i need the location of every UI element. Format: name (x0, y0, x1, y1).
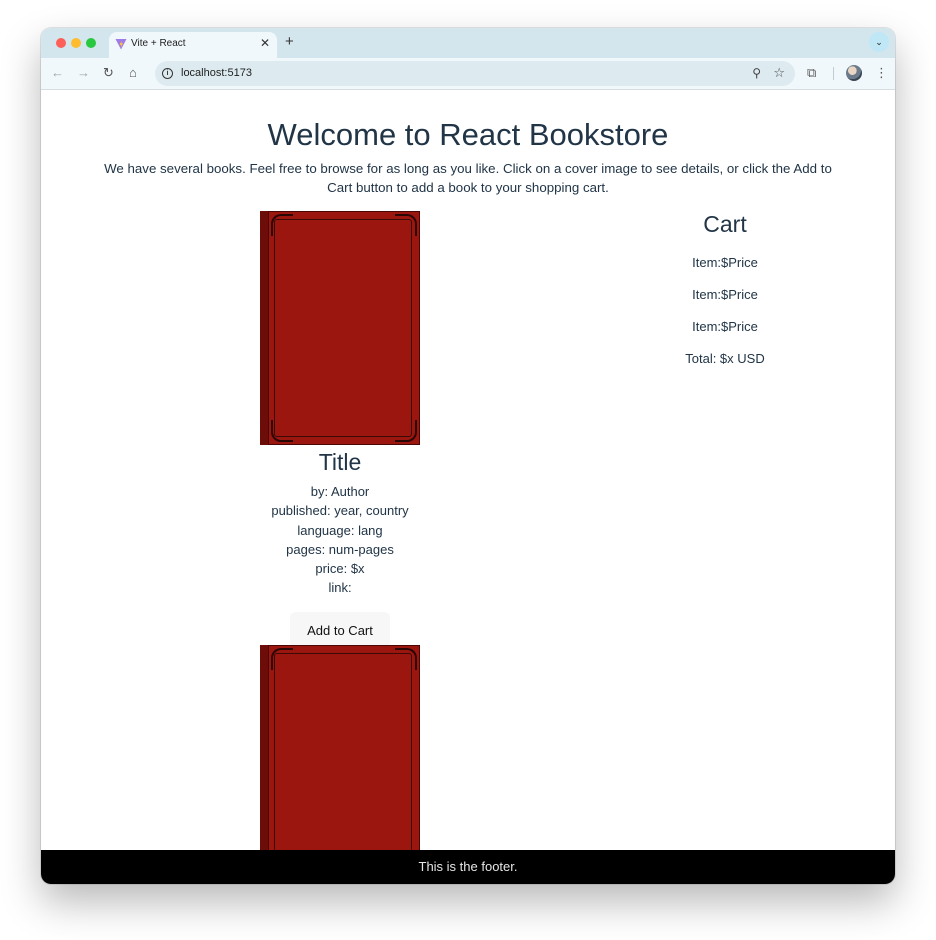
page-footer: This is the footer. (41, 850, 895, 884)
book-cover-image[interactable] (260, 211, 420, 445)
add-to-cart-button[interactable]: Add to Cart (290, 611, 390, 649)
info-icon[interactable]: i (162, 68, 173, 79)
menu-icon[interactable]: ⋮ (875, 65, 888, 81)
browser-window: Vite + React ✕ + ⌄ ← → ↻ ⌂ i localhost:5… (41, 28, 895, 884)
book-card: Title by: Author published: year, countr… (260, 211, 420, 649)
cart-item: Item:$Price (692, 319, 758, 334)
tab-strip: Vite + React ✕ + ⌄ (41, 28, 895, 58)
browser-toolbar: ← → ↻ ⌂ i localhost:5173 ⚲ ☆ ⧉ ⋮ (41, 58, 895, 90)
book-cover-image[interactable] (260, 645, 420, 879)
window-maximize-button[interactable] (86, 38, 96, 48)
toolbar-divider (833, 67, 834, 80)
window-minimize-button[interactable] (71, 38, 81, 48)
book-card (260, 645, 420, 879)
url-text[interactable]: localhost:5173 (181, 67, 252, 79)
forward-icon[interactable]: → (77, 65, 90, 81)
book-pages: pages: num-pages (286, 541, 394, 557)
profile-avatar[interactable] (846, 65, 862, 81)
book-published: published: year, country (271, 503, 409, 519)
page-content: Welcome to React Bookstore We have sever… (41, 91, 895, 884)
cover-ornament (271, 420, 293, 442)
page-title: Welcome to React Bookstore (267, 117, 669, 152)
zoom-icon[interactable]: ⚲ (752, 66, 761, 80)
cover-frame (274, 653, 412, 871)
tab-search-icon[interactable]: ⌄ (869, 32, 889, 52)
window-close-button[interactable] (56, 38, 66, 48)
book-price: price: $x (315, 561, 365, 577)
cart-title: Cart (703, 211, 747, 237)
reload-icon[interactable]: ↻ (103, 65, 114, 81)
tab-vite-react[interactable]: Vite + React ✕ (109, 32, 277, 58)
star-icon[interactable]: ☆ (773, 65, 785, 81)
tab-title: Vite + React (131, 38, 186, 49)
new-tab-icon[interactable]: + (285, 32, 294, 52)
cover-ornament (271, 214, 293, 236)
book-title: Title (318, 449, 362, 475)
address-bar[interactable]: i localhost:5173 ⚲ ☆ (155, 61, 795, 86)
vite-logo-icon (115, 39, 127, 50)
book-language: language: lang (297, 522, 383, 538)
cover-ornament (395, 648, 417, 670)
book-link[interactable]: link: (260, 578, 420, 597)
cart-panel: Cart Item:$Price Item:$Price Item:$Price… (640, 211, 810, 375)
cart-item: Item:$Price (692, 287, 758, 302)
tab-close-icon[interactable]: ✕ (260, 36, 270, 50)
book-author: by: Author (310, 484, 370, 499)
cover-ornament (271, 648, 293, 670)
cart-item: Item:$Price (692, 255, 758, 270)
cover-ornament (395, 214, 417, 236)
extensions-icon[interactable]: ⧉ (807, 65, 816, 81)
cart-total: Total: $x USD (685, 351, 765, 366)
back-icon[interactable]: ← (51, 65, 64, 81)
book-details: by: Author published: year, country lang… (260, 482, 420, 598)
home-icon[interactable]: ⌂ (129, 65, 137, 81)
cover-frame (274, 219, 412, 437)
page-intro: We have several books. Feel free to brow… (104, 161, 832, 195)
cover-ornament (395, 420, 417, 442)
